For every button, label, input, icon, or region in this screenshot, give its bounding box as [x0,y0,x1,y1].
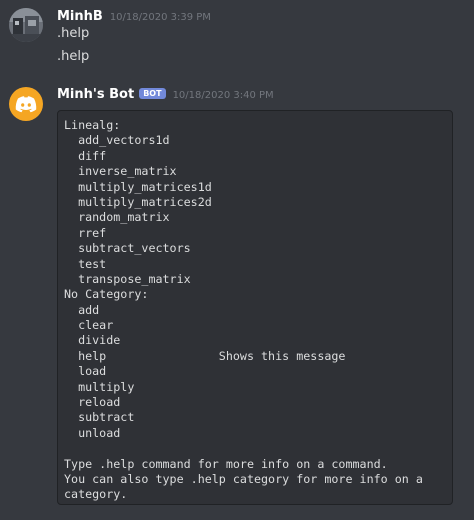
bot-tag: BOT [139,88,166,99]
code-line: help Shows this message [64,348,346,363]
timestamp: 10/18/2020 3:40 PM [172,90,274,101]
code-line: No Category: [64,287,149,302]
code-line: divide [64,333,121,348]
code-line: Linealg: [64,118,121,132]
timestamp: 10/18/2020 3:39 PM [109,12,211,23]
code-line: test [64,256,107,271]
username[interactable]: MinhB [57,9,103,24]
code-line: diff [64,148,107,163]
code-line: subtract [64,410,135,425]
message-text: .help [57,26,90,41]
code-line: Type .help command for more info on a co… [64,456,388,471]
code-line: category. [64,487,128,502]
code-line: multiply_matrices2d [64,194,212,209]
username[interactable]: Minh's Bot [57,87,134,102]
code-line: multiply_matrices1d [64,179,212,194]
code-line: load [64,364,107,379]
user-avatar-image [9,8,43,42]
code-line: unload [64,425,121,440]
code-line: inverse_matrix [64,164,177,179]
message-text: .help [57,49,90,64]
code-line: You can also type .help category for mor… [64,471,423,486]
code-line: subtract_vectors [64,241,191,256]
bot-avatar[interactable] [9,87,43,121]
code-line: rref [64,225,107,240]
code-line: transpose_matrix [64,271,191,286]
code-line: add [64,302,100,317]
code-line: reload [64,395,121,410]
code-line: random_matrix [64,210,170,225]
discord-logo-icon [15,96,37,113]
message-header: Minh's Bot BOT 10/18/2020 3:40 PM [57,87,274,102]
user-avatar[interactable] [9,8,43,42]
message-header: MinhB 10/18/2020 3:39 PM [57,9,211,24]
code-block: Linealg: add_vectors1d diff inverse_matr… [57,110,453,505]
code-line: add_vectors1d [64,133,170,148]
code-line: clear [64,318,114,333]
code-line: multiply [64,379,135,394]
